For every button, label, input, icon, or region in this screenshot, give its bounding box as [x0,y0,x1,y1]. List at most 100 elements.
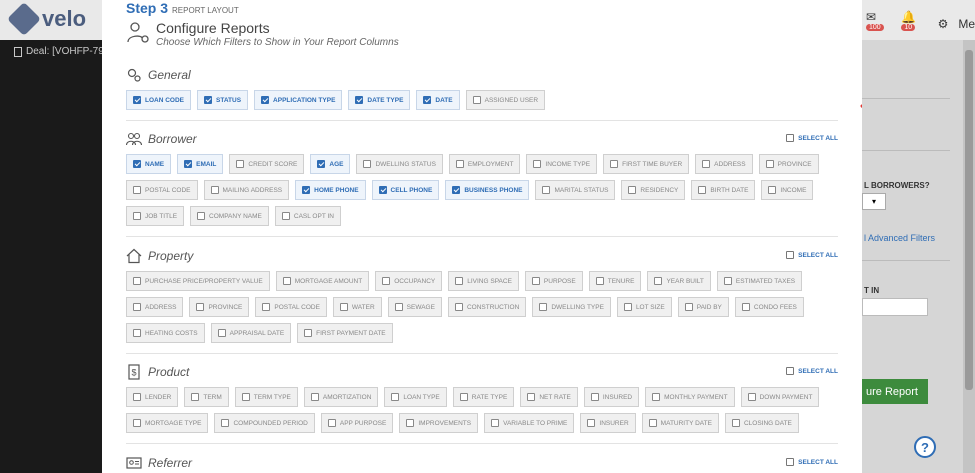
filter-chip-dwelling-status[interactable]: DWELLING STATUS [356,154,443,174]
select-all-borrower[interactable]: SELECT ALL [786,134,838,142]
chip-checkbox[interactable] [317,160,326,168]
filter-chip-postal-code[interactable]: POSTAL CODE [126,180,198,200]
filter-chip-first-time-buyer[interactable]: FIRST TIME BUYER [603,154,690,174]
filter-chip-maturity-date[interactable]: MATURITY DATE [641,413,719,433]
inbox-icon[interactable]: ✉100 [866,10,891,38]
filter-chip-mortgage-amount[interactable]: MORTGAGE AMOUNT [275,271,370,291]
filter-chip-compounded-period[interactable]: COMPOUNDED PERIOD [214,413,315,433]
right-input[interactable] [862,298,928,316]
filter-chip-employment[interactable]: EMPLOYMENT [448,154,521,174]
filter-chip-job-title[interactable]: JOB TITLE [126,206,185,226]
chip-checkbox[interactable] [394,303,403,311]
chip-checkbox[interactable] [648,419,657,427]
filter-chip-water[interactable]: WATER [332,297,382,317]
chip-checkbox[interactable] [191,393,200,401]
chip-checkbox[interactable] [531,277,540,285]
select-all-product[interactable]: SELECT ALL [786,367,838,375]
filter-chip-closing-date[interactable]: CLOSING DATE [724,413,799,433]
chip-checkbox[interactable] [217,329,226,337]
filter-chip-paid-by[interactable]: PAID BY [677,297,729,317]
chip-checkbox[interactable] [455,160,464,168]
filter-chip-estimated-taxes[interactable]: ESTIMATED TAXES [716,271,803,291]
filter-chip-loan-type[interactable]: LOAN TYPE [384,387,447,407]
chip-checkbox[interactable] [261,96,270,104]
filter-chip-insured[interactable]: INSURED [583,387,640,407]
chip-checkbox[interactable] [391,393,400,401]
filter-chip-rate-type[interactable]: RATE TYPE [452,387,515,407]
filter-chip-province[interactable]: PROVINCE [189,297,250,317]
chip-checkbox[interactable] [423,96,432,104]
filter-chip-lender[interactable]: LENDER [126,387,179,407]
filter-chip-app-purpose[interactable]: APP PURPOSE [320,413,394,433]
chip-checkbox[interactable] [310,393,319,401]
filter-chip-postal-code[interactable]: POSTAL CODE [255,297,327,317]
gear-icon[interactable]: ⚙ [938,17,949,31]
chip-checkbox[interactable] [747,393,756,401]
chip-checkbox[interactable] [304,329,313,337]
chip-checkbox[interactable] [339,303,348,311]
filter-chip-email[interactable]: EMAIL [177,154,224,174]
filter-chip-credit-score[interactable]: CREDIT SCORE [229,154,305,174]
filter-chip-business-phone[interactable]: BUSINESS PHONE [445,180,530,200]
filter-chip-construction[interactable]: CONSTRUCTION [447,297,527,317]
filter-chip-dwelling-type[interactable]: DWELLING TYPE [532,297,611,317]
chip-checkbox[interactable] [452,186,461,194]
generate-report-button[interactable]: ure Report [862,379,928,404]
filter-chip-company-name[interactable]: COMPANY NAME [190,206,269,226]
select-all-checkbox[interactable] [786,134,795,142]
chip-checkbox[interactable] [731,419,740,427]
chip-checkbox[interactable] [623,303,632,311]
chip-checkbox[interactable] [595,277,604,285]
filter-chip-status[interactable]: STATUS [197,90,249,110]
chip-checkbox[interactable] [723,277,732,285]
chip-checkbox[interactable] [590,393,599,401]
chip-checkbox[interactable] [262,303,271,311]
page-scrollbar-thumb[interactable] [965,50,973,390]
filter-chip-income[interactable]: INCOME [761,180,814,200]
chip-checkbox[interactable] [741,303,750,311]
chip-checkbox[interactable] [197,212,206,220]
chip-checkbox[interactable] [204,96,212,104]
filter-chip-sewage[interactable]: SEWAGE [387,297,442,317]
chip-checkbox[interactable] [459,393,468,401]
filter-chip-address[interactable]: ADDRESS [126,297,184,317]
chip-checkbox[interactable] [533,160,542,168]
filter-chip-home-phone[interactable]: HOME PHONE [295,180,366,200]
filter-chip-loan-code[interactable]: LOAN CODE [126,90,191,110]
chip-checkbox[interactable] [698,186,707,194]
filter-chip-mortgage-type[interactable]: MORTGAGE TYPE [126,413,209,433]
advanced-filters-link[interactable]: l Advanced Filters [864,233,935,243]
chip-checkbox[interactable] [281,212,290,220]
borrowers-select[interactable]: ▾ [862,193,886,210]
chip-checkbox[interactable] [133,160,141,168]
chip-checkbox[interactable] [684,303,693,311]
chip-checkbox[interactable] [133,303,141,311]
filter-chip-term-type[interactable]: TERM TYPE [234,387,298,407]
select-all-property[interactable]: SELECT ALL [786,251,838,259]
chip-checkbox[interactable] [184,160,193,168]
filter-chip-insurer[interactable]: INSURER [580,413,636,433]
filter-chip-application-type[interactable]: APPLICATION TYPE [254,90,343,110]
chip-checkbox[interactable] [406,419,415,427]
filter-chip-date-type[interactable]: DATE TYPE [348,90,411,110]
chip-checkbox[interactable] [587,419,596,427]
filter-chip-birth-date[interactable]: BIRTH DATE [691,180,756,200]
filter-chip-occupancy[interactable]: OCCUPANCY [375,271,443,291]
select-all-checkbox[interactable] [786,367,795,375]
filter-chip-purchase-price-property-value[interactable]: PURCHASE PRICE/PROPERTY VALUE [126,271,270,291]
chip-checkbox[interactable] [539,303,548,311]
filter-chip-date[interactable]: DATE [416,90,460,110]
chip-checkbox[interactable] [542,186,551,194]
select-all-checkbox[interactable] [786,251,795,259]
chip-checkbox[interactable] [472,96,481,104]
chip-checkbox[interactable] [282,277,291,285]
chip-checkbox[interactable] [210,186,219,194]
chip-checkbox[interactable] [355,96,364,104]
filter-chip-residency[interactable]: RESIDENCY [621,180,686,200]
filter-chip-mailing-address[interactable]: MAILING ADDRESS [203,180,290,200]
chip-checkbox[interactable] [133,186,141,194]
chip-checkbox[interactable] [327,419,336,427]
filter-chip-name[interactable]: NAME [126,154,172,174]
filter-chip-term[interactable]: TERM [184,387,229,407]
filter-chip-living-space[interactable]: LIVING SPACE [448,271,519,291]
